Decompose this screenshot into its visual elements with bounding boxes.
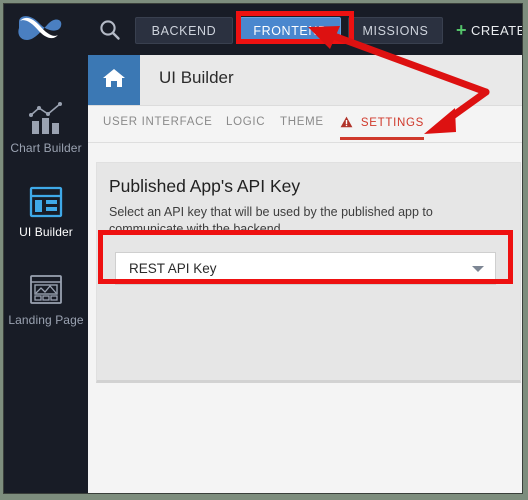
settings-tab-strip: USER INTERFACE LOGIC THEME SETTINGS	[88, 106, 522, 143]
sidebar-label-ui-builder: UI Builder	[19, 225, 73, 239]
home-tab-button[interactable]	[88, 55, 140, 105]
search-icon[interactable]	[97, 17, 123, 43]
sidebar-item-ui-builder[interactable]: UI Builder	[4, 181, 88, 239]
tab-user-interface[interactable]: USER INTERFACE	[103, 116, 212, 128]
ui-builder-icon	[4, 181, 88, 223]
sidebar-label-chart-builder: Chart Builder	[10, 141, 82, 155]
sidebar-label-landing-page: Landing Page	[8, 313, 84, 327]
home-icon	[101, 66, 127, 95]
page-header: UI Builder	[88, 55, 522, 106]
create-button-label: CREATE	[471, 23, 523, 38]
page-title: UI Builder	[159, 68, 234, 87]
backendless-infinity-logo[interactable]	[11, 9, 73, 49]
warning-triangle-icon	[340, 116, 353, 131]
card-description: Select an API key that will be used by t…	[109, 205, 433, 236]
tab-settings[interactable]: SETTINGS	[340, 116, 425, 140]
plus-icon: +	[456, 20, 468, 40]
tab-logic[interactable]: LOGIC	[226, 116, 265, 128]
main-content: UI Builder USER INTERFACE LOGIC THEME SE…	[88, 55, 522, 493]
tab-theme[interactable]: THEME	[280, 116, 324, 128]
nav-button-backend[interactable]: BACKEND	[135, 17, 233, 44]
chart-builder-icon	[4, 97, 88, 139]
nav-button-frontend[interactable]: FRONTEND	[240, 17, 341, 44]
tab-settings-label: SETTINGS	[360, 117, 425, 129]
published-app-api-key-card: Published App's API Key Select an API ke…	[96, 162, 521, 383]
left-sidebar: Chart Builder UI Builder Landing Page	[4, 55, 88, 493]
top-navigation-bar: BACKEND FRONTEND MISSIONS + CREATE	[4, 4, 523, 55]
api-key-dropdown[interactable]: REST API Key	[115, 252, 496, 285]
landing-page-icon	[4, 269, 88, 311]
tab-active-underline	[340, 137, 425, 140]
card-heading: Published App's API Key	[109, 176, 301, 196]
nav-button-missions[interactable]: MISSIONS	[348, 17, 443, 44]
sidebar-item-landing-page[interactable]: Landing Page	[4, 269, 88, 327]
api-key-selected-value: REST API Key	[129, 261, 217, 276]
app-window: BACKEND FRONTEND MISSIONS + CREATE Chart…	[3, 3, 523, 494]
sidebar-item-chart-builder[interactable]: Chart Builder	[4, 97, 88, 155]
create-button[interactable]: + CREATE	[456, 17, 523, 44]
chevron-down-icon	[472, 266, 484, 272]
